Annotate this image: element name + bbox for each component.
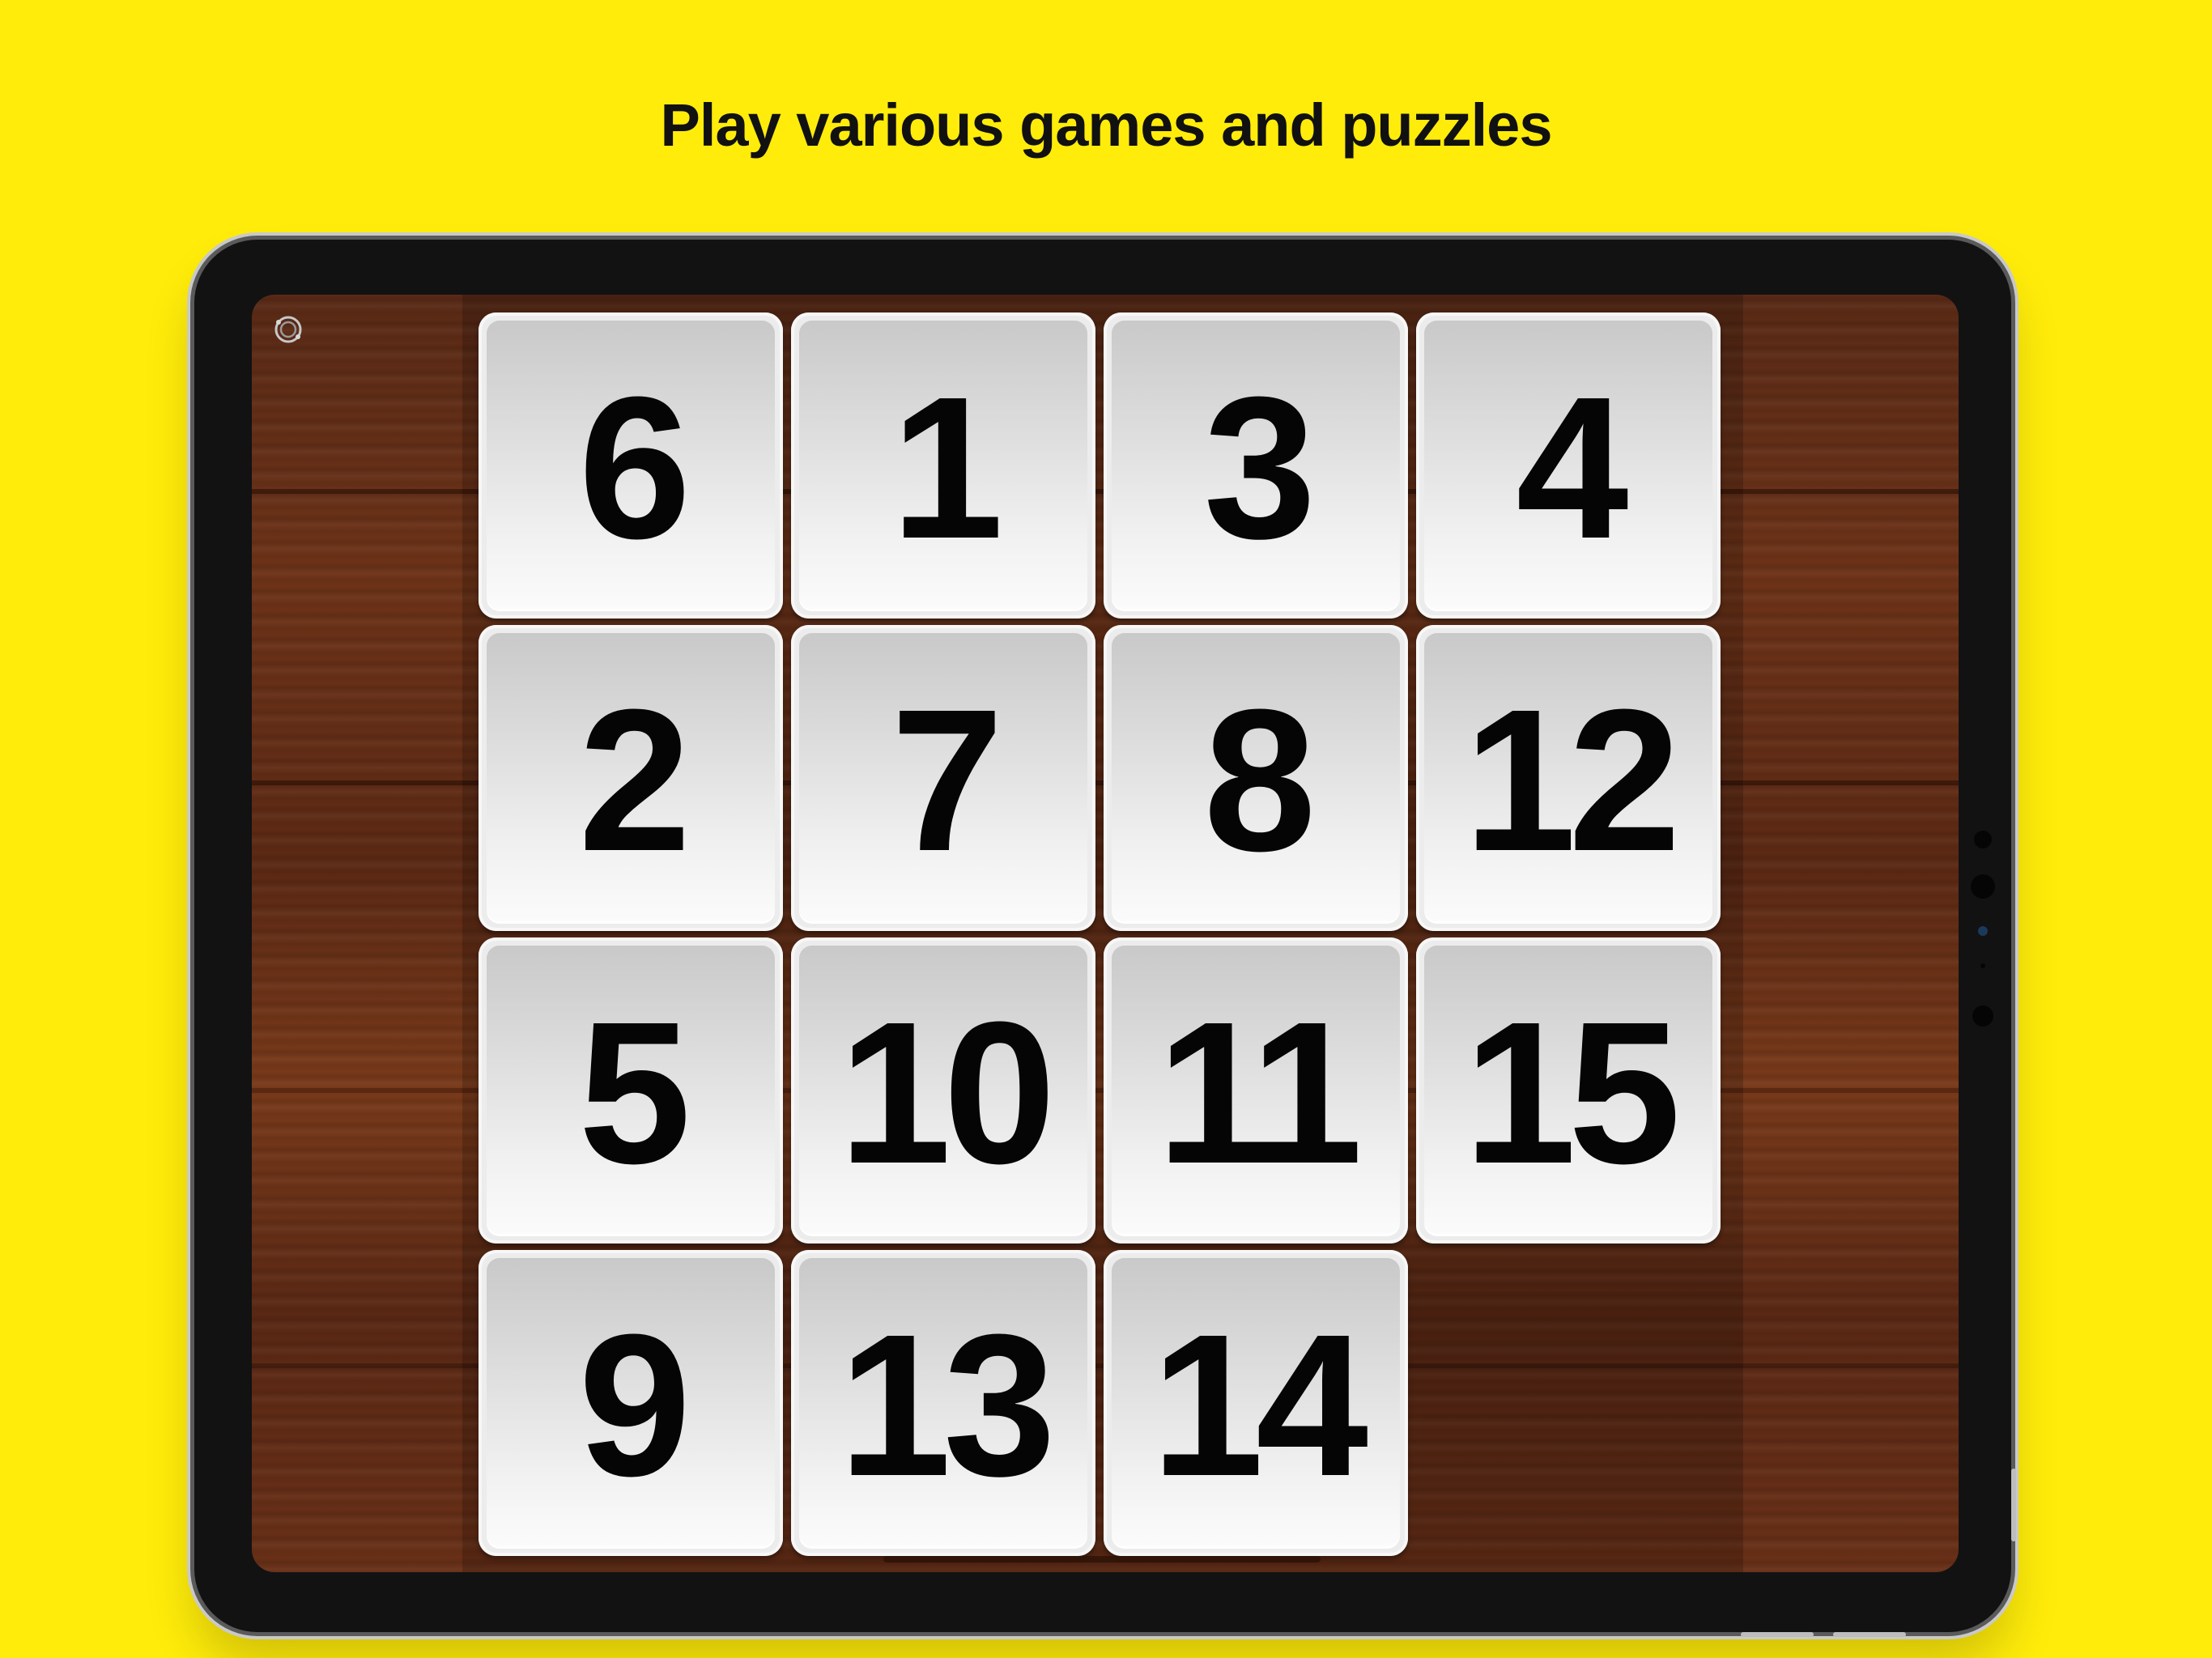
tile-number: 3 [1203,355,1316,580]
puzzle-tile[interactable]: 15 [1416,937,1721,1244]
camera-sensor [1974,831,1992,848]
tile-number: 7 [891,667,1003,893]
tile-number: 11 [1156,980,1363,1205]
tile-number: 5 [578,980,691,1205]
puzzle-tile[interactable]: 10 [791,937,1095,1244]
puzzle-tile[interactable]: 7 [791,625,1095,931]
microphone [1980,963,1985,968]
puzzle-tile[interactable]: 5 [479,937,783,1244]
puzzle-tile[interactable]: 9 [479,1250,783,1556]
puzzle-tile[interactable]: 8 [1104,625,1408,931]
tile-number: 2 [578,667,691,893]
tile-number: 12 [1463,667,1681,893]
volume-button-2 [1833,1632,1906,1637]
ipad-frame: 6 1 3 4 2 7 8 12 5 10 11 15 9 13 14 [194,240,2016,1637]
camera-lens [1971,874,1995,899]
home-indicator[interactable] [883,1556,1321,1562]
empty-slot[interactable] [1416,1250,1721,1556]
volume-button-1 [1741,1632,1814,1637]
tile-number: 15 [1463,980,1681,1205]
side-button [2011,1469,2016,1541]
camera-flash [1978,926,1988,936]
tile-number: 1 [891,355,1003,580]
tile-number: 4 [1516,355,1628,580]
puzzle-tile[interactable]: 3 [1104,312,1408,619]
puzzle-tile[interactable]: 4 [1416,312,1721,619]
headline: Play various games and puzzles [660,91,1553,159]
camera-secondary [1972,1005,1993,1027]
tile-number: 14 [1151,1292,1368,1518]
puzzle-tile[interactable]: 2 [479,625,783,931]
puzzle-tile[interactable]: 12 [1416,625,1721,931]
puzzle-tile[interactable]: 1 [791,312,1095,619]
tile-number: 9 [578,1292,691,1518]
puzzle-tile[interactable]: 11 [1104,937,1408,1244]
app-screen: 6 1 3 4 2 7 8 12 5 10 11 15 9 13 14 [252,295,1959,1572]
puzzle-tile[interactable]: 6 [479,312,783,619]
puzzle-grid: 6 1 3 4 2 7 8 12 5 10 11 15 9 13 14 [479,312,1729,1562]
tile-number: 6 [578,355,691,580]
tile-number: 10 [838,980,1056,1205]
puzzle-tile[interactable]: 14 [1104,1250,1408,1556]
tile-number: 8 [1203,667,1316,893]
puzzle-tile[interactable]: 13 [791,1250,1095,1556]
tile-number: 13 [838,1292,1056,1518]
settings-ring-icon[interactable] [273,314,304,345]
